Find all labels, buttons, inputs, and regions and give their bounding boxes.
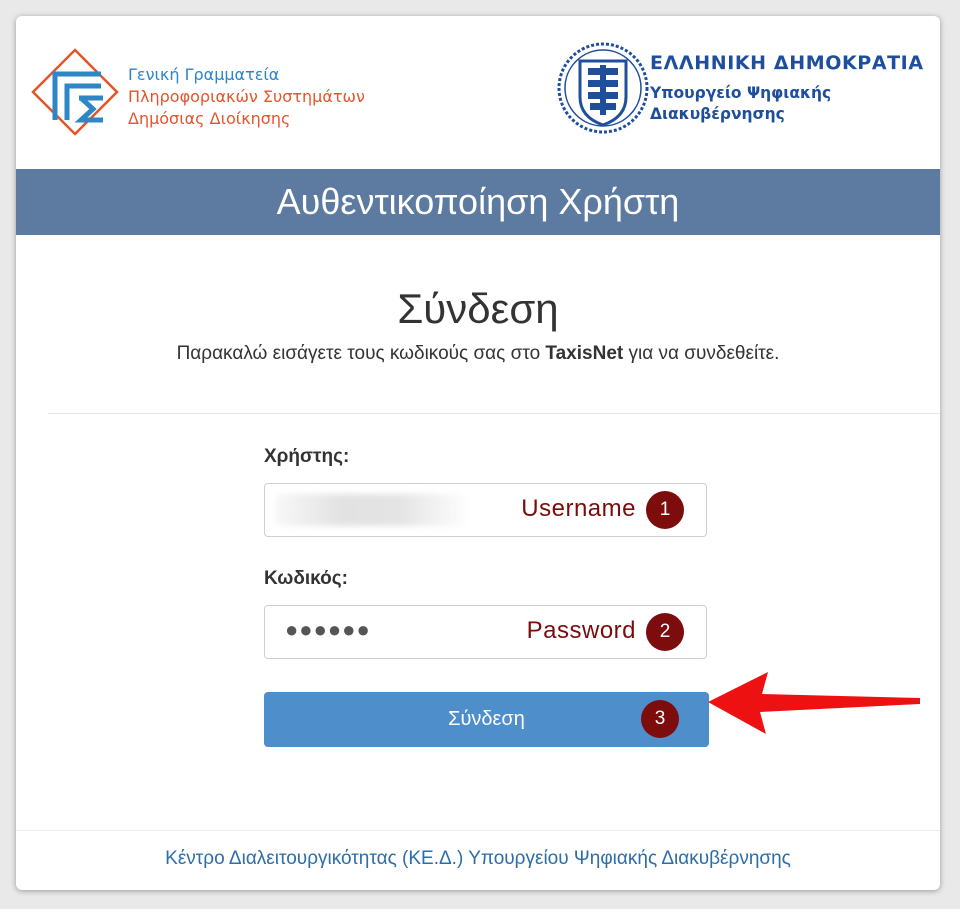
password-hint: Password (526, 617, 636, 644)
gsis-line-3: Δημόσιας Διοίκησης (128, 109, 291, 128)
login-title: Σύνδεση (397, 285, 559, 332)
username-label: Χρήστης: (264, 446, 350, 467)
greek-coat-of-arms-icon (557, 42, 649, 134)
taxisnet-name: TaxisNet (545, 343, 624, 364)
header: Γενική Γραμματεία Πληροφοριακών Συστημάτ… (16, 16, 940, 169)
login-button[interactable]: Σύνδεση 3 (264, 692, 709, 747)
gsis-logo-icon (31, 48, 119, 136)
gov-title: ΕΛΛΗΝΙΚΗ ΔΗΜΟΚΡΑΤΙΑ (650, 52, 924, 74)
login-instructions: Παρακαλώ εισάγετε τους κωδικούς σας στο … (16, 343, 940, 365)
instructions-text: Παρακαλώ εισάγετε τους κωδικούς σας στο (176, 343, 546, 364)
password-dots: ●●●●●● (285, 617, 371, 642)
gsis-name: Γενική Γραμματεία Πληροφοριακών Συστημάτ… (128, 64, 365, 130)
login-button-label: Σύνδεση (448, 708, 525, 730)
step-3-badge: 3 (641, 700, 679, 738)
divider (48, 413, 940, 414)
gsis-line-1: Γενική Γραμματεία (128, 65, 280, 84)
password-label: Κωδικός: (264, 568, 348, 589)
gsis-line-2: Πληροφοριακών Συστημάτων (128, 87, 365, 106)
step-1-badge: 1 (646, 491, 684, 529)
step-2-badge: 2 (646, 613, 684, 651)
ministry-line-2: Διακυβέρνησης (650, 105, 785, 123)
ministry-name: Υπουργείο Ψηφιακής Διακυβέρνησης (650, 83, 924, 125)
page-banner: Αυθεντικοποίηση Χρήστη (16, 169, 940, 235)
footer-divider (16, 830, 940, 831)
blurred-username (275, 494, 465, 526)
instructions-end: για να συνδεθείτε. (623, 343, 780, 364)
username-hint: Username (521, 495, 636, 522)
red-arrow-icon (708, 672, 920, 734)
government-name: ΕΛΛΗΝΙΚΗ ΔΗΜΟΚΡΑΤΙΑ Υπουργείο Ψηφιακής Δ… (650, 52, 924, 125)
password-input[interactable]: ●●●●●● Password 2 (264, 605, 707, 659)
login-card: Γενική Γραμματεία Πληροφοριακών Συστημάτ… (16, 16, 940, 890)
ministry-line-1: Υπουργείο Ψηφιακής (650, 84, 832, 102)
footer-link[interactable]: Κέντρο Διαλειτουργικότητας (ΚΕ.Δ.) Υπουρ… (16, 848, 940, 870)
username-input[interactable]: Username 1 (264, 483, 707, 537)
